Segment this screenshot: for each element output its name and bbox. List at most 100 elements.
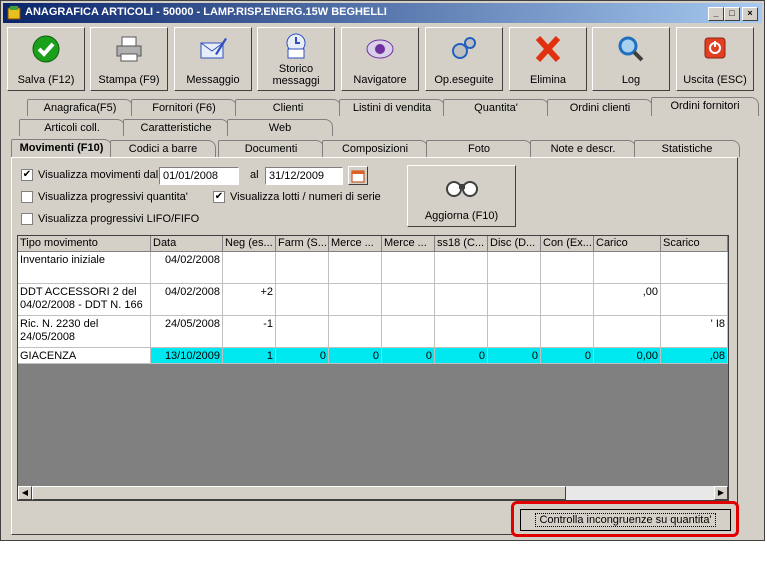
cell-value: 0 [382, 348, 435, 364]
save-label: Salva (F12) [17, 74, 75, 86]
message-history-button[interactable]: Storico messaggi [257, 27, 335, 91]
print-button[interactable]: Stampa (F9) [90, 27, 168, 91]
tab-statistiche[interactable]: Statistiche [634, 140, 740, 157]
cell-value [276, 252, 329, 284]
column-header[interactable]: Con (Ex... [541, 236, 594, 252]
message-button[interactable]: Messaggio [174, 27, 252, 91]
cell-value: 0 [276, 348, 329, 364]
column-header[interactable]: Carico [594, 236, 661, 252]
tab-codici-barre[interactable]: Codici a barre [110, 140, 216, 157]
cell-tipo: Ric. N. 2230 del 24/05/2008 [18, 316, 151, 348]
tab-quantita[interactable]: Quantita' [443, 99, 549, 116]
refresh-button[interactable]: Aggiorna (F10) [407, 165, 516, 227]
refresh-label: Aggiorna (F10) [424, 210, 499, 222]
cell-value: -1 [223, 316, 276, 348]
delete-button[interactable]: Elimina [509, 27, 587, 91]
cell-value [435, 284, 488, 316]
tab-foto[interactable]: Foto [426, 140, 532, 157]
cell-data: 13/10/2009 [151, 348, 223, 364]
envelope-pen-icon [200, 38, 227, 59]
message-label: Messaggio [186, 74, 240, 86]
cell-value [382, 252, 435, 284]
tab-composizioni[interactable]: Composizioni [322, 140, 428, 157]
progressive-lifo-checkbox[interactable] [21, 213, 33, 225]
movements-grid[interactable]: Tipo movimento Data Neg (es... Farm (S..… [17, 235, 729, 501]
cell-tipo: Inventario iniziale [18, 252, 151, 284]
cell-data: 24/05/2008 [151, 316, 223, 348]
cell-value: 0 [541, 348, 594, 364]
show-movements-checkbox[interactable]: ✔ [21, 169, 33, 181]
column-header[interactable]: Data [151, 236, 223, 252]
show-lots-checkbox[interactable]: ✔ [213, 191, 225, 203]
exit-button[interactable]: Uscita (ESC) [676, 27, 754, 91]
toolbar: Salva (F12) Stampa (F9) Messaggio Storic… [7, 27, 759, 93]
progressive-lifo-label: Visualizza progressivi LIFO/FIFO [38, 213, 200, 225]
close-icon[interactable]: × [742, 7, 758, 21]
operations-button[interactable]: Op.eseguite [425, 27, 503, 91]
column-header[interactable]: Tipo movimento [18, 236, 151, 252]
tab-ordini-clienti[interactable]: Ordini clienti [547, 99, 653, 116]
cell-value [541, 316, 594, 348]
log-label: Log [621, 74, 641, 86]
al-label: al [250, 169, 259, 181]
scroll-left-icon[interactable]: ◀ [18, 486, 32, 500]
progressive-qty-checkbox[interactable] [21, 191, 33, 203]
cell-data: 04/02/2008 [151, 284, 223, 316]
cell-data: 04/02/2008 [151, 252, 223, 284]
check-icon [32, 35, 60, 63]
binoculars-icon [445, 181, 478, 197]
maximize-icon[interactable]: □ [724, 7, 740, 21]
tab-web[interactable]: Web [227, 119, 333, 136]
tab-clienti[interactable]: Clienti [235, 99, 341, 116]
column-header[interactable]: Merce ... [329, 236, 382, 252]
cell-value [329, 316, 382, 348]
tab-anagrafica[interactable]: Anagrafica(F5) [27, 99, 133, 116]
cell-value [541, 252, 594, 284]
calendar-button[interactable] [348, 166, 368, 185]
operations-label: Op.eseguite [434, 74, 494, 86]
cell-value [541, 284, 594, 316]
callout-highlight [511, 501, 739, 537]
cell-value: 1 [223, 348, 276, 364]
date-from-field[interactable]: 01/01/2008 [159, 167, 239, 185]
save-button[interactable]: Salva (F12) [7, 27, 85, 91]
mail-history-icon [286, 33, 306, 59]
column-header[interactable]: Scarico [661, 236, 728, 252]
horizontal-scrollbar[interactable]: ◀ ▶ [18, 486, 728, 500]
app-icon [7, 6, 21, 20]
cell-value [382, 284, 435, 316]
column-header[interactable]: Neg (es... [223, 236, 276, 252]
tab-fornitori[interactable]: Fornitori (F6) [131, 99, 237, 116]
column-header[interactable]: ss18 (C... [435, 236, 488, 252]
scroll-right-icon[interactable]: ▶ [714, 486, 728, 500]
tab-caratteristiche[interactable]: Caratteristiche [123, 119, 229, 136]
cell-tipo: GIACENZA [18, 348, 151, 364]
cell-value: 0 [435, 348, 488, 364]
delete-x-icon [535, 35, 561, 63]
column-header[interactable]: Merce ... [382, 236, 435, 252]
tab-movimenti[interactable]: Movimenti (F10) [11, 139, 112, 158]
tab-note[interactable]: Note e descr. [530, 140, 636, 157]
print-label: Stampa (F9) [98, 74, 160, 86]
cell-value [223, 252, 276, 284]
minimize-icon[interactable]: _ [708, 7, 724, 21]
tab-articoli-coll[interactable]: Articoli coll. [19, 119, 125, 136]
tab-listini[interactable]: Listini di vendita [339, 99, 445, 116]
title-bar[interactable]: ANAGRAFICA ARTICOLI - 50000 - LAMP.RISP.… [3, 3, 762, 23]
navigator-icon [366, 39, 394, 59]
show-movements-label: Visualizza movimenti dal [38, 169, 159, 181]
tab-documenti[interactable]: Documenti [218, 140, 324, 157]
progressive-qty-label: Visualizza progressivi quantita' [38, 191, 188, 203]
column-header[interactable]: Disc (D... [488, 236, 541, 252]
date-to-field[interactable]: 31/12/2009 [265, 167, 343, 185]
cell-value [488, 316, 541, 348]
log-button[interactable]: Log [592, 27, 670, 91]
navigator-button[interactable]: Navigatore [341, 27, 419, 91]
scroll-thumb[interactable] [32, 486, 566, 500]
cell-value [488, 284, 541, 316]
cell-carico: 0,00 [594, 348, 661, 364]
tab-ordini-fornitori[interactable]: Ordini fornitori [651, 97, 759, 116]
cell-carico [594, 316, 661, 348]
window-title: ANAGRAFICA ARTICOLI - 50000 - LAMP.RISP.… [25, 6, 387, 18]
column-header[interactable]: Farm (S... [276, 236, 329, 252]
